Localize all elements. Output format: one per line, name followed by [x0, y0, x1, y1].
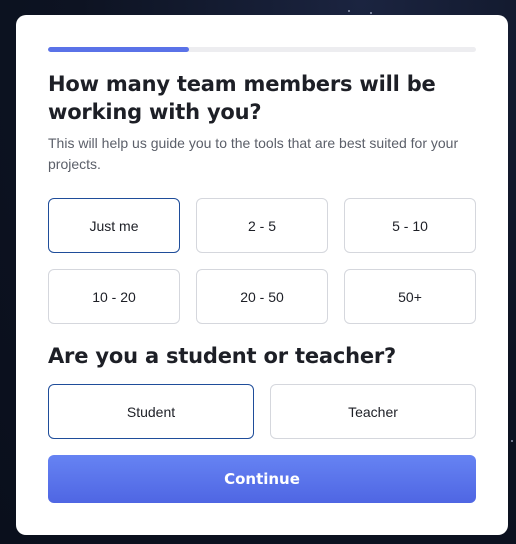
- team-size-option-just-me[interactable]: Just me: [48, 198, 180, 253]
- role-question-title: Are you a student or teacher?: [48, 344, 397, 368]
- team-size-question-title: How many team members will be working wi…: [48, 72, 436, 124]
- progress-bar: [48, 47, 476, 52]
- role-option-teacher[interactable]: Teacher: [270, 384, 476, 439]
- team-size-option-50-plus[interactable]: 50+: [344, 269, 476, 324]
- team-size-option-5-10[interactable]: 5 - 10: [344, 198, 476, 253]
- star-decoration: [511, 440, 513, 442]
- role-option-student[interactable]: Student: [48, 384, 254, 439]
- team-size-question-subtitle: This will help us guide you to the tools…: [48, 135, 459, 172]
- team-size-option-20-50[interactable]: 20 - 50: [196, 269, 328, 324]
- star-decoration: [370, 12, 372, 14]
- team-size-option-10-20[interactable]: 10 - 20: [48, 269, 180, 324]
- star-decoration: [348, 10, 350, 12]
- onboarding-modal: How many team members will be working wi…: [16, 15, 508, 535]
- progress-bar-fill: [48, 47, 190, 52]
- team-size-option-2-5[interactable]: 2 - 5: [196, 198, 328, 253]
- continue-button[interactable]: Continue: [48, 455, 476, 503]
